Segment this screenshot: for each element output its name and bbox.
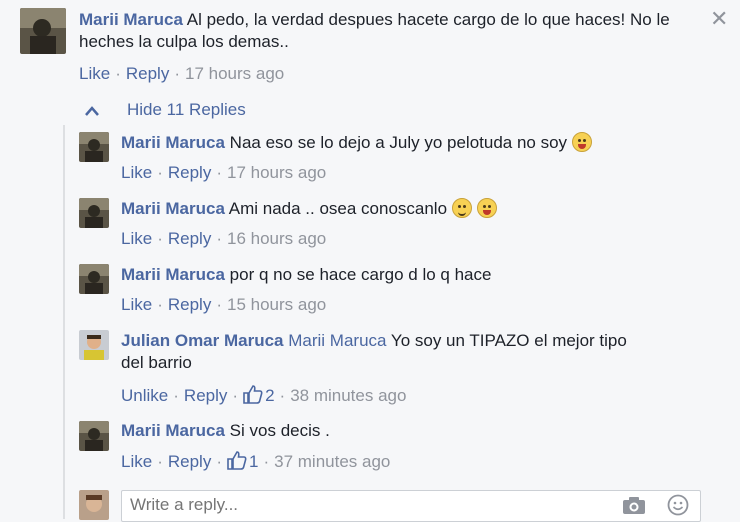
heart-eyes-emoji (571, 132, 592, 152)
timestamp[interactable]: 15 hours ago (227, 295, 326, 314)
reply-body: Marii Maruca Naa eso se lo dejo a July y… (121, 132, 701, 154)
timestamp[interactable]: 17 hours ago (185, 64, 284, 83)
like-count[interactable]: 1 (227, 451, 259, 471)
timestamp[interactable]: 37 minutes ago (274, 452, 390, 471)
current-user-avatar (79, 490, 109, 520)
like-count-value: 2 (265, 386, 275, 405)
reply-body: Marii Maruca por q no se hace cargo d lo… (121, 264, 701, 286)
mention-link[interactable]: Marii Maruca (288, 331, 386, 350)
reply-button[interactable]: Reply (184, 386, 227, 405)
reply-text: por q no se hace cargo d lo q hace (229, 265, 492, 284)
timestamp[interactable]: 38 minutes ago (290, 386, 406, 405)
chevron-up-icon[interactable] (84, 104, 100, 122)
reply-text: Yo soy un TIPAZO el mejor tipo (390, 331, 627, 350)
comment-text-cont: heches la culpa los demas.. (79, 32, 289, 51)
reply-body: Marii Maruca Si vos decis . (121, 420, 701, 442)
heart-eyes-emoji (476, 198, 497, 218)
like-button[interactable]: Like (79, 64, 110, 83)
author-name[interactable]: Marii Maruca (121, 421, 225, 440)
avatar[interactable] (20, 8, 66, 54)
timestamp[interactable]: 17 hours ago (227, 163, 326, 182)
reply-actions: Like · Reply · 15 hours ago (121, 295, 327, 314)
like-button[interactable]: Like (121, 163, 152, 182)
reply-button[interactable]: Reply (168, 163, 211, 182)
camera-icon[interactable] (622, 495, 646, 520)
reply-composer (121, 490, 701, 522)
thumbs-up-icon (243, 385, 263, 404)
reply-body: Marii Maruca Ami nada .. osea conoscanlo (121, 198, 701, 220)
avatar[interactable] (79, 330, 109, 360)
reply-body: Julian Omar Maruca Marii Maruca Yo soy u… (121, 330, 701, 374)
author-name[interactable]: Julian Omar Maruca (121, 331, 284, 350)
reply-actions: Like · Reply · 1 · 37 minutes ago (121, 451, 391, 471)
author-name[interactable]: Marii Maruca (121, 199, 225, 218)
comment-actions: Like · Reply · 17 hours ago (79, 64, 285, 83)
author-name[interactable]: Marii Maruca (121, 265, 225, 284)
timestamp[interactable]: 16 hours ago (227, 229, 326, 248)
like-count[interactable]: 2 (243, 385, 275, 405)
smile-emoji (451, 198, 472, 218)
reply-actions: Unlike · Reply · 2 · 38 minutes ago (121, 385, 407, 405)
like-button[interactable]: Like (121, 452, 152, 471)
reply-input[interactable] (122, 491, 618, 519)
hide-replies-link[interactable]: Hide 11 Replies (127, 99, 246, 121)
author-name[interactable]: Marii Maruca (121, 133, 225, 152)
like-button[interactable]: Like (121, 295, 152, 314)
reply-button[interactable]: Reply (126, 64, 169, 83)
reply-text: Naa eso se lo dejo a July yo pelotuda no… (229, 133, 568, 152)
reply-button[interactable]: Reply (168, 229, 211, 248)
main-comment-body: Marii Maruca Al pedo, la verdad despues … (79, 9, 709, 53)
reply-text-cont: del barrio (121, 353, 192, 372)
avatar[interactable] (79, 421, 109, 451)
author-name[interactable]: Marii Maruca (79, 10, 183, 29)
reply-actions: Like · Reply · 16 hours ago (121, 229, 327, 248)
like-count-value: 1 (249, 452, 259, 471)
reply-button[interactable]: Reply (168, 452, 211, 471)
avatar[interactable] (79, 264, 109, 294)
reply-actions: Like · Reply · 17 hours ago (121, 163, 327, 182)
reply-text: Ami nada .. osea conoscanlo (228, 199, 448, 218)
avatar[interactable] (79, 132, 109, 162)
reply-button[interactable]: Reply (168, 295, 211, 314)
unlike-button[interactable]: Unlike (121, 386, 168, 405)
like-button[interactable]: Like (121, 229, 152, 248)
reply-text: Si vos decis . (229, 421, 330, 440)
close-icon[interactable]: ✕ (710, 6, 728, 32)
avatar[interactable] (79, 198, 109, 228)
thumbs-up-icon (227, 451, 247, 470)
smiley-icon[interactable] (667, 494, 689, 521)
thread-line (63, 125, 65, 519)
comment-text: Al pedo, la verdad despues hacete cargo … (186, 10, 670, 29)
